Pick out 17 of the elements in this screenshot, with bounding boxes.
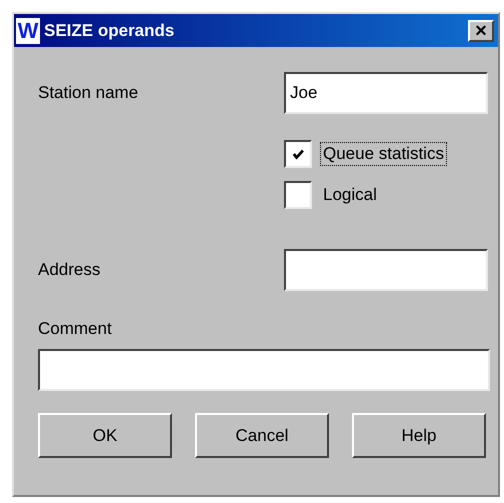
checkbox[interactable] <box>284 181 312 209</box>
checkbox-label[interactable]: Queue statistics <box>320 142 447 166</box>
checkbox-label[interactable]: Logical <box>320 183 380 207</box>
window-title: SEIZE operands <box>44 20 176 40</box>
help-button[interactable]: Help <box>352 413 486 458</box>
field-label: Station name <box>38 83 138 103</box>
station-name-field[interactable]: Joe <box>284 72 488 114</box>
comment-field[interactable] <box>38 349 490 391</box>
app-icon: W <box>16 18 40 44</box>
cancel-button[interactable]: Cancel <box>195 413 329 458</box>
field-label: Address <box>38 260 100 280</box>
field-label: Comment <box>38 319 113 339</box>
check-icon <box>291 147 305 161</box>
checkbox[interactable] <box>284 140 312 168</box>
address-field[interactable] <box>284 249 488 291</box>
ok-button[interactable]: OK <box>38 413 172 458</box>
close-button[interactable]: × <box>468 20 494 42</box>
